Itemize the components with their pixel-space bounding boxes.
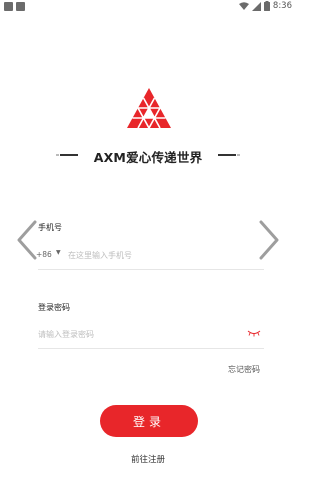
eye-closed-icon[interactable] <box>247 329 261 337</box>
chevron-left-icon[interactable] <box>15 220 39 260</box>
forgot-password-link[interactable]: 忘记密码 <box>228 364 260 375</box>
wifi-icon <box>238 1 249 10</box>
app-logo <box>127 88 171 128</box>
title-decor-right <box>218 154 240 156</box>
status-left-icons <box>4 2 25 11</box>
chevron-down-icon[interactable]: ▼ <box>56 249 61 256</box>
notification-icon <box>4 2 13 11</box>
phone-input[interactable] <box>68 248 258 262</box>
app-title: AXM爱心传递世界 <box>93 150 203 165</box>
status-right: 8:36 <box>238 1 292 11</box>
password-input[interactable] <box>38 327 238 341</box>
title-row: AXM爱心传递世界 <box>0 147 296 165</box>
status-bar: 8:36 <box>0 0 296 14</box>
login-button[interactable]: 登录 <box>100 405 198 437</box>
battery-icon <box>263 1 270 11</box>
phone-field-underline <box>38 269 264 270</box>
chevron-right-icon[interactable] <box>257 220 281 260</box>
password-field-underline <box>38 348 264 349</box>
password-label: 登录密码 <box>38 303 70 312</box>
warning-icon <box>16 2 25 11</box>
phone-label: 手机号 <box>38 223 62 232</box>
status-time: 8:36 <box>272 1 292 11</box>
signal-icon <box>251 1 261 11</box>
register-link[interactable]: 前往注册 <box>0 453 296 465</box>
